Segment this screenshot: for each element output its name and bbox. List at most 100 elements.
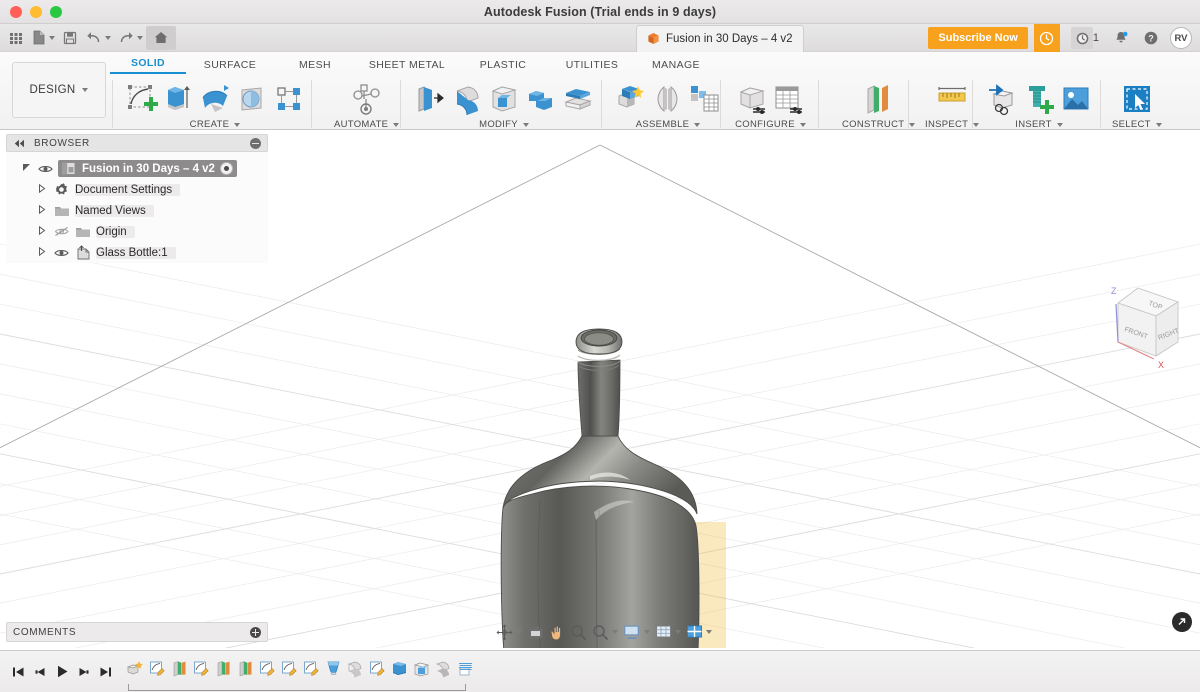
tab-sheet-metal[interactable]: SHEET METAL xyxy=(356,59,458,74)
ribbon-group-create-label[interactable]: CREATE xyxy=(190,119,241,130)
insert-mcmaster-icon[interactable] xyxy=(1022,82,1056,116)
shell-icon[interactable] xyxy=(487,82,521,116)
timeline-item-sketch-6[interactable] xyxy=(366,656,388,680)
timeline-item-plane-3[interactable] xyxy=(234,656,256,680)
home-button[interactable] xyxy=(146,26,176,50)
workspace-switcher-button[interactable]: DESIGN xyxy=(12,62,106,118)
tab-mesh[interactable]: MESH xyxy=(274,59,356,74)
play-button[interactable] xyxy=(54,664,70,680)
sync-button[interactable] xyxy=(1034,24,1060,52)
redo-button[interactable] xyxy=(114,26,146,50)
automate-icon[interactable] xyxy=(350,82,384,116)
help-button[interactable]: ? xyxy=(1136,30,1166,46)
root-visibility-radio[interactable] xyxy=(220,162,233,175)
ribbon-group-insert-label[interactable]: INSERT xyxy=(1015,119,1062,130)
expander-icon[interactable] xyxy=(36,226,48,237)
ribbon-group-construct-label[interactable]: CONSTRUCT xyxy=(842,119,915,130)
pattern-icon[interactable] xyxy=(272,82,306,116)
expander-icon[interactable] xyxy=(36,184,48,195)
select-icon[interactable] xyxy=(1120,82,1154,116)
timeline-item-sketch-1[interactable] xyxy=(146,656,168,680)
component-list-icon[interactable] xyxy=(688,82,722,116)
zoom-button[interactable] xyxy=(568,623,589,642)
avatar[interactable]: RV xyxy=(1170,27,1192,49)
timeline-item-new-component[interactable] xyxy=(124,656,146,680)
timeline-item-fillet-1[interactable] xyxy=(344,656,366,680)
step-forward-button[interactable] xyxy=(76,664,92,680)
timeline-item-extrude[interactable] xyxy=(388,656,410,680)
timeline-item-sketch-2[interactable] xyxy=(190,656,212,680)
look-at-button[interactable] xyxy=(525,624,546,641)
timeline-item-loft[interactable] xyxy=(322,656,344,680)
joint-icon[interactable] xyxy=(651,82,685,116)
zoom-window-button[interactable] xyxy=(590,623,620,642)
jump-start-button[interactable] xyxy=(10,664,26,680)
timeline-item-plane-1[interactable] xyxy=(168,656,190,680)
timeline-item-plane-2[interactable] xyxy=(212,656,234,680)
tree-row-glass-bottle[interactable]: Glass Bottle:1 xyxy=(6,242,268,263)
orbit-button[interactable] xyxy=(494,623,524,642)
undo-button[interactable] xyxy=(82,26,114,50)
expander-icon[interactable] xyxy=(36,205,48,216)
pan-button[interactable] xyxy=(547,623,567,642)
ribbon-group-select-label[interactable]: SELECT xyxy=(1112,119,1162,130)
grid-snaps-button[interactable] xyxy=(653,623,683,641)
revolve-icon[interactable] xyxy=(198,82,232,116)
tree-row-named-views[interactable]: Named Views xyxy=(6,200,268,221)
fillet-icon[interactable] xyxy=(450,82,484,116)
ribbon-group-automate-label[interactable]: AUTOMATE xyxy=(334,119,399,130)
sphere-icon[interactable] xyxy=(235,82,269,116)
viewports-button[interactable] xyxy=(684,623,714,641)
timeline-item-sketch-3[interactable] xyxy=(256,656,278,680)
browser-header[interactable]: BROWSER xyxy=(6,134,268,152)
offset-plane-icon[interactable] xyxy=(862,82,896,116)
jobs-status[interactable]: 1 xyxy=(1068,31,1106,46)
tab-solid[interactable]: SOLID xyxy=(110,57,186,74)
configure-model-icon[interactable] xyxy=(735,82,769,116)
combine-icon[interactable] xyxy=(524,82,558,116)
comments-panel[interactable]: COMMENTS xyxy=(6,622,268,642)
step-back-button[interactable] xyxy=(32,664,48,680)
expander-icon[interactable] xyxy=(36,247,48,258)
tree-row-document-settings[interactable]: Document Settings xyxy=(6,179,268,200)
insert-image-icon[interactable] xyxy=(1059,82,1093,116)
file-menu-button[interactable] xyxy=(28,26,58,50)
app-grid-button[interactable] xyxy=(4,26,28,50)
ribbon-group-modify-label[interactable]: MODIFY xyxy=(479,119,529,130)
timeline-item-shell[interactable] xyxy=(410,656,432,680)
measure-icon[interactable] xyxy=(935,82,969,116)
expander-icon[interactable] xyxy=(20,163,32,174)
add-comment-icon[interactable] xyxy=(250,627,261,638)
eye-visible-icon[interactable] xyxy=(37,164,53,174)
press-pull-icon[interactable] xyxy=(413,82,447,116)
notifications-button[interactable] xyxy=(1106,30,1136,46)
root-node-pill[interactable]: Fusion in 30 Days – 4 v2 xyxy=(58,160,237,177)
tab-plastic[interactable]: PLASTIC xyxy=(458,59,548,74)
timeline-item-sketch-5[interactable] xyxy=(300,656,322,680)
display-settings-button[interactable] xyxy=(621,623,652,641)
timeline-item-sketch-4[interactable] xyxy=(278,656,300,680)
insert-derive-icon[interactable] xyxy=(985,82,1019,116)
minimize-icon[interactable] xyxy=(250,138,261,149)
eye-visible-icon[interactable] xyxy=(53,248,69,258)
offset-face-icon[interactable] xyxy=(561,82,595,116)
tab-manage[interactable]: MANAGE xyxy=(636,59,716,74)
configure-table-icon[interactable] xyxy=(772,82,806,116)
ribbon-group-assemble-label[interactable]: ASSEMBLE xyxy=(636,119,701,130)
create-sketch-icon[interactable] xyxy=(124,82,158,116)
nav-share-badge[interactable] xyxy=(1172,612,1192,632)
collapse-left-icon[interactable] xyxy=(13,139,26,148)
eye-hidden-icon[interactable] xyxy=(53,226,69,237)
tree-row-root[interactable]: Fusion in 30 Days – 4 v2 xyxy=(6,158,268,179)
tab-utilities[interactable]: UTILITIES xyxy=(548,59,636,74)
glass-bottle-model[interactable] xyxy=(501,329,731,648)
timeline-item-thread[interactable] xyxy=(454,656,476,680)
view-cube[interactable]: TOP FRONT RIGHT Z X xyxy=(1111,286,1181,370)
jump-end-button[interactable] xyxy=(98,664,114,680)
extrude-icon[interactable] xyxy=(161,82,195,116)
tree-row-origin[interactable]: Origin xyxy=(6,221,268,242)
subscribe-now-button[interactable]: Subscribe Now xyxy=(928,27,1027,49)
document-tab[interactable]: Fusion in 30 Days – 4 v2 xyxy=(636,25,804,52)
tab-surface[interactable]: SURFACE xyxy=(186,59,274,74)
timeline-item-fillet-2[interactable] xyxy=(432,656,454,680)
